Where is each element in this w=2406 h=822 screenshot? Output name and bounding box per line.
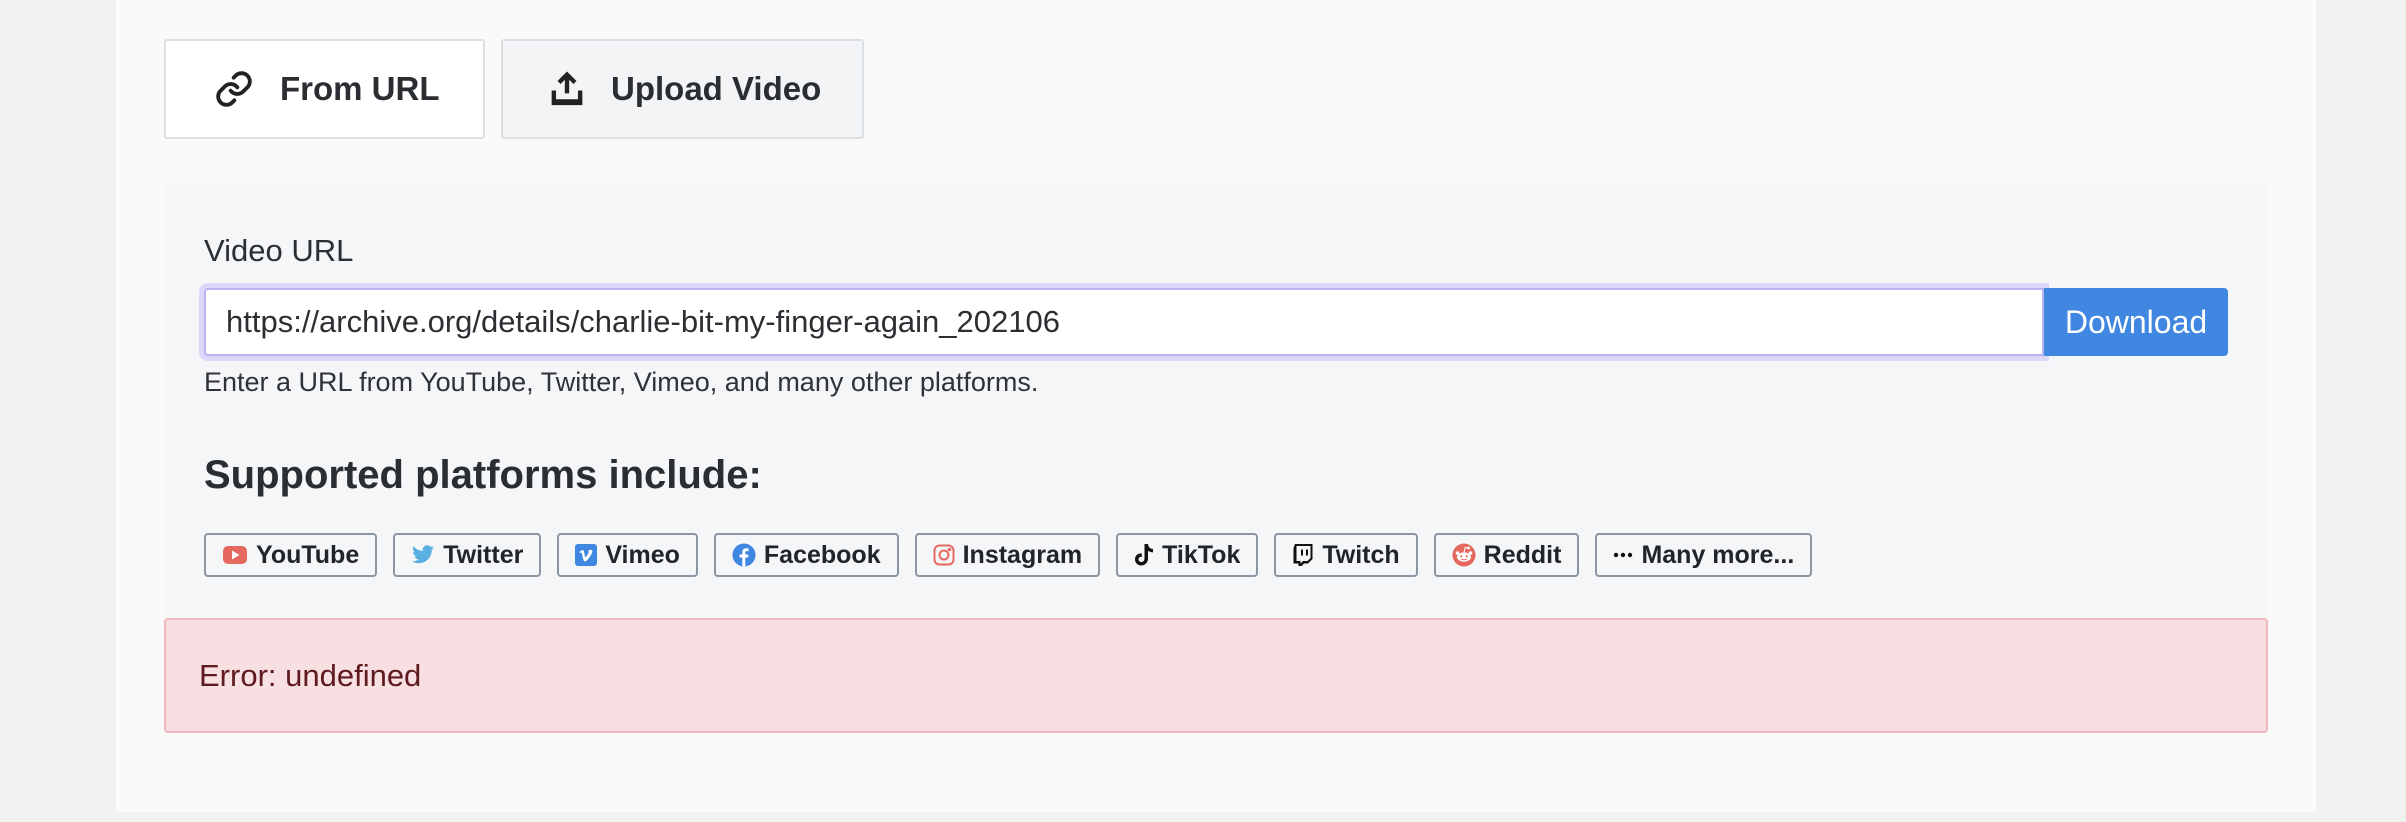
reddit-icon (1452, 543, 1476, 567)
badge-label: Reddit (1483, 540, 1562, 569)
platform-badge-list: YouTube Twitter Vimeo Facebook Instagram (204, 533, 1813, 577)
error-alert: Error: undefined (164, 618, 2268, 733)
platform-badge-many-more: Many more... (1595, 533, 1813, 577)
tiktok-icon (1134, 543, 1154, 567)
badge-label: Vimeo (605, 540, 680, 569)
error-message: Error: undefined (199, 657, 422, 693)
platform-badge-vimeo: Vimeo (557, 533, 698, 577)
download-button[interactable]: Download (2044, 288, 2228, 356)
link-icon (214, 69, 254, 109)
platform-badge-reddit: Reddit (1433, 533, 1580, 577)
badge-label: TikTok (1162, 540, 1241, 569)
instagram-icon (933, 544, 955, 566)
platform-badge-instagram: Instagram (914, 533, 1101, 577)
tab-upload-video[interactable]: Upload Video (501, 39, 864, 139)
platform-badge-twitch: Twitch (1274, 533, 1418, 577)
tab-label: Upload Video (611, 70, 822, 107)
vimeo-icon (575, 544, 598, 566)
ellipsis-icon (1613, 544, 1633, 566)
upload-icon (549, 70, 585, 108)
facebook-icon (732, 543, 756, 567)
tab-from-url[interactable]: From URL (164, 39, 485, 139)
twitch-icon (1292, 543, 1314, 567)
platform-badge-tiktok: TikTok (1116, 533, 1259, 577)
platform-badge-twitter: Twitter (393, 533, 542, 577)
badge-label: Twitch (1322, 540, 1400, 569)
url-form-panel: Video URL Download Enter a URL from YouT… (164, 183, 2268, 618)
video-url-input[interactable] (204, 288, 2044, 356)
badge-label: YouTube (256, 540, 360, 569)
video-url-label: Video URL (204, 233, 354, 268)
supported-platforms-heading: Supported platforms include: (204, 453, 762, 497)
badge-label: Twitter (443, 540, 524, 569)
platform-badge-youtube: YouTube (204, 533, 378, 577)
twitter-icon (411, 544, 435, 566)
url-help-text: Enter a URL from YouTube, Twitter, Vimeo… (204, 367, 1039, 397)
badge-label: Instagram (962, 540, 1083, 569)
youtube-icon (222, 544, 248, 566)
platform-badge-facebook: Facebook (713, 533, 899, 577)
badge-label: Many more... (1641, 540, 1795, 569)
badge-label: Facebook (763, 540, 881, 569)
tab-label: From URL (280, 70, 440, 107)
